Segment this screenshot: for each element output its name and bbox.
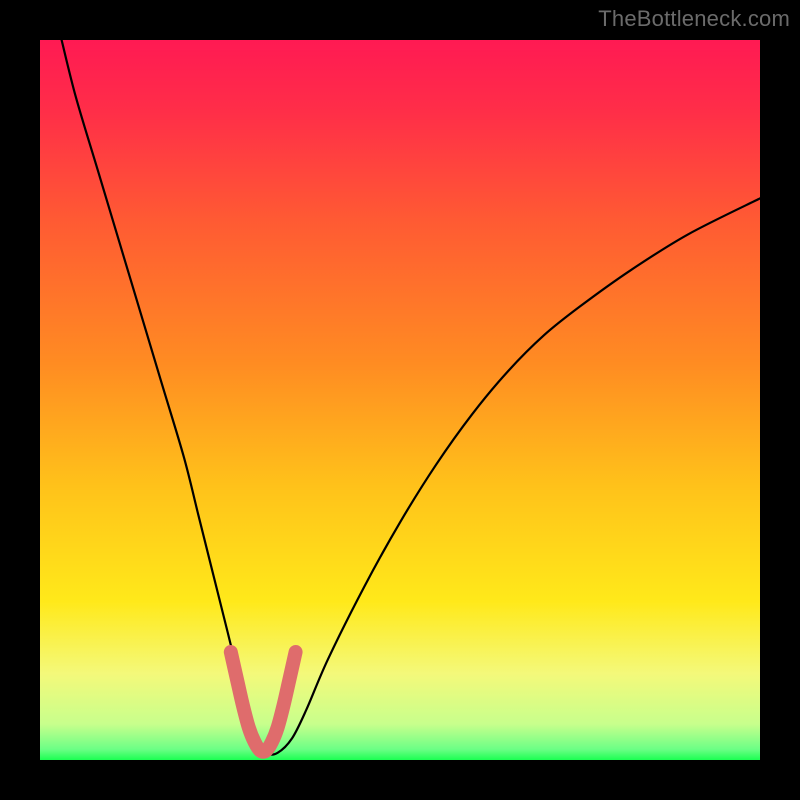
curves-layer — [40, 40, 760, 760]
valley-accent-curve — [231, 652, 296, 752]
bottleneck-curve — [62, 40, 760, 755]
plot-area — [40, 40, 760, 760]
chart-frame: TheBottleneck.com — [0, 0, 800, 800]
watermark-text: TheBottleneck.com — [598, 6, 790, 32]
